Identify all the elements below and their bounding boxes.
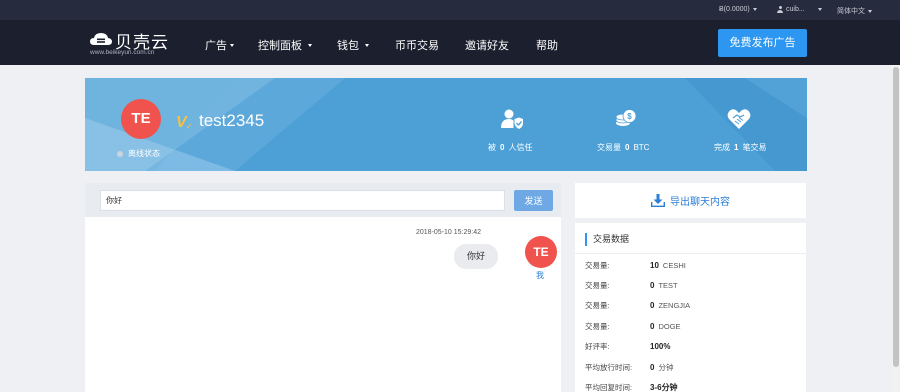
message-avatar: TE [525,236,557,268]
user-shield-icon [501,109,523,129]
trade-row: 交易量: 0 DOGE [585,322,681,331]
trade-row: 交易量: 0 TEST [585,281,678,290]
page-scrollbar[interactable] [892,65,900,392]
volume-label: 交易量 0 BTC [597,143,650,152]
balance-label: Ƀ(0.0000) [719,6,750,13]
chevron-down-icon [365,43,369,47]
handshake-icon [727,109,751,129]
message-bubble: 你好 [454,244,498,269]
language-dropdown[interactable]: 简体中文 [837,6,872,16]
nav-item-label: 币币交易 [395,40,439,52]
trade-row: 平均回复时间: 3-6分钟 [585,383,678,392]
main-navbar: 贝壳云 www.beikeyun.com.cn 广告 控制面板 钱包 币币交易 … [0,20,900,65]
nav-item-coin-trade[interactable]: 币币交易 [395,37,439,53]
trade-row: 交易量: 10 CESHI [585,261,686,270]
scrollbar-thumb[interactable] [893,67,899,367]
avatar: TE [121,99,161,139]
profile-banner: TE V✓ test2345 离线状态 被0人信任 $ 交易量0BTC [85,78,807,171]
chevron-down-icon [230,43,234,47]
language-label: 简体中文 [837,8,865,15]
export-chat-label: 导出聊天内容 [670,197,730,208]
chevron-down-icon [752,8,757,11]
trade-row: 好评率: 100% [585,342,671,351]
balance-dropdown[interactable]: Ƀ(0.0000) [719,6,757,13]
user-dropdown[interactable]: cuib... [777,6,822,13]
verified-badge-icon: V✓ [176,114,193,131]
chat-panel: 发送 2018-05-10 15:29:42 你好 TE 我 [85,183,561,392]
banner-background [85,78,807,171]
trade-data-panel: 交易数据 交易量: 10 CESHI 交易量: 0 TEST 交易量: 0 ZENGJIA … [575,223,806,392]
nav-item-ads[interactable]: 广告 [205,37,234,53]
export-chat-button[interactable]: 导出聊天内容 [575,183,806,218]
nav-item-label: 广告 [205,40,227,52]
user-icon [777,6,783,13]
nav-item-label: 钱包 [337,40,359,52]
message-timestamp: 2018-05-10 15:29:42 [416,229,481,236]
completed-label: 完成 1 笔交易 [714,143,767,152]
status-label: 离线状态 [128,149,160,158]
nav-item-invite[interactable]: 邀请好友 [465,37,509,53]
nav-item-wallet[interactable]: 钱包 [337,37,369,53]
send-button[interactable]: 发送 [514,190,553,211]
status-dot-icon [117,150,123,157]
online-status: 离线状态 [117,148,160,159]
svg-text:$: $ [627,112,632,121]
trade-row: 交易量: 0 ZENGJIA [585,301,691,310]
divider [575,253,806,254]
nav-item-control-panel[interactable]: 控制面板 [258,37,312,53]
user-label: cuib... [786,6,805,13]
nav-item-label: 帮助 [536,40,558,52]
coins-icon: $ [615,109,637,126]
nav-item-help[interactable]: 帮助 [536,37,558,53]
trade-data-title: 交易数据 [585,233,629,246]
chat-message-input[interactable] [100,190,505,211]
nav-item-label: 控制面板 [258,40,302,52]
profile-username: test2345 [199,111,265,130]
trade-row: 平均放行时间: 0 分钟 [585,363,674,372]
trust-label: 被 0 人信任 [488,143,533,152]
download-icon [651,194,665,207]
chevron-down-icon [868,9,872,13]
top-bar: Ƀ(0.0000) cuib... 简体中文 [0,0,900,20]
cloud-logo-icon [90,33,112,45]
chevron-down-icon [308,43,312,47]
chat-input-bar: 发送 [85,183,561,217]
logo-url: www.beikeyun.com.cn [90,49,155,56]
message-sender: 我 [536,271,544,280]
publish-ad-button[interactable]: 免费发布广告 [718,29,807,57]
nav-item-label: 邀请好友 [465,40,509,52]
chevron-down-icon [817,8,822,11]
